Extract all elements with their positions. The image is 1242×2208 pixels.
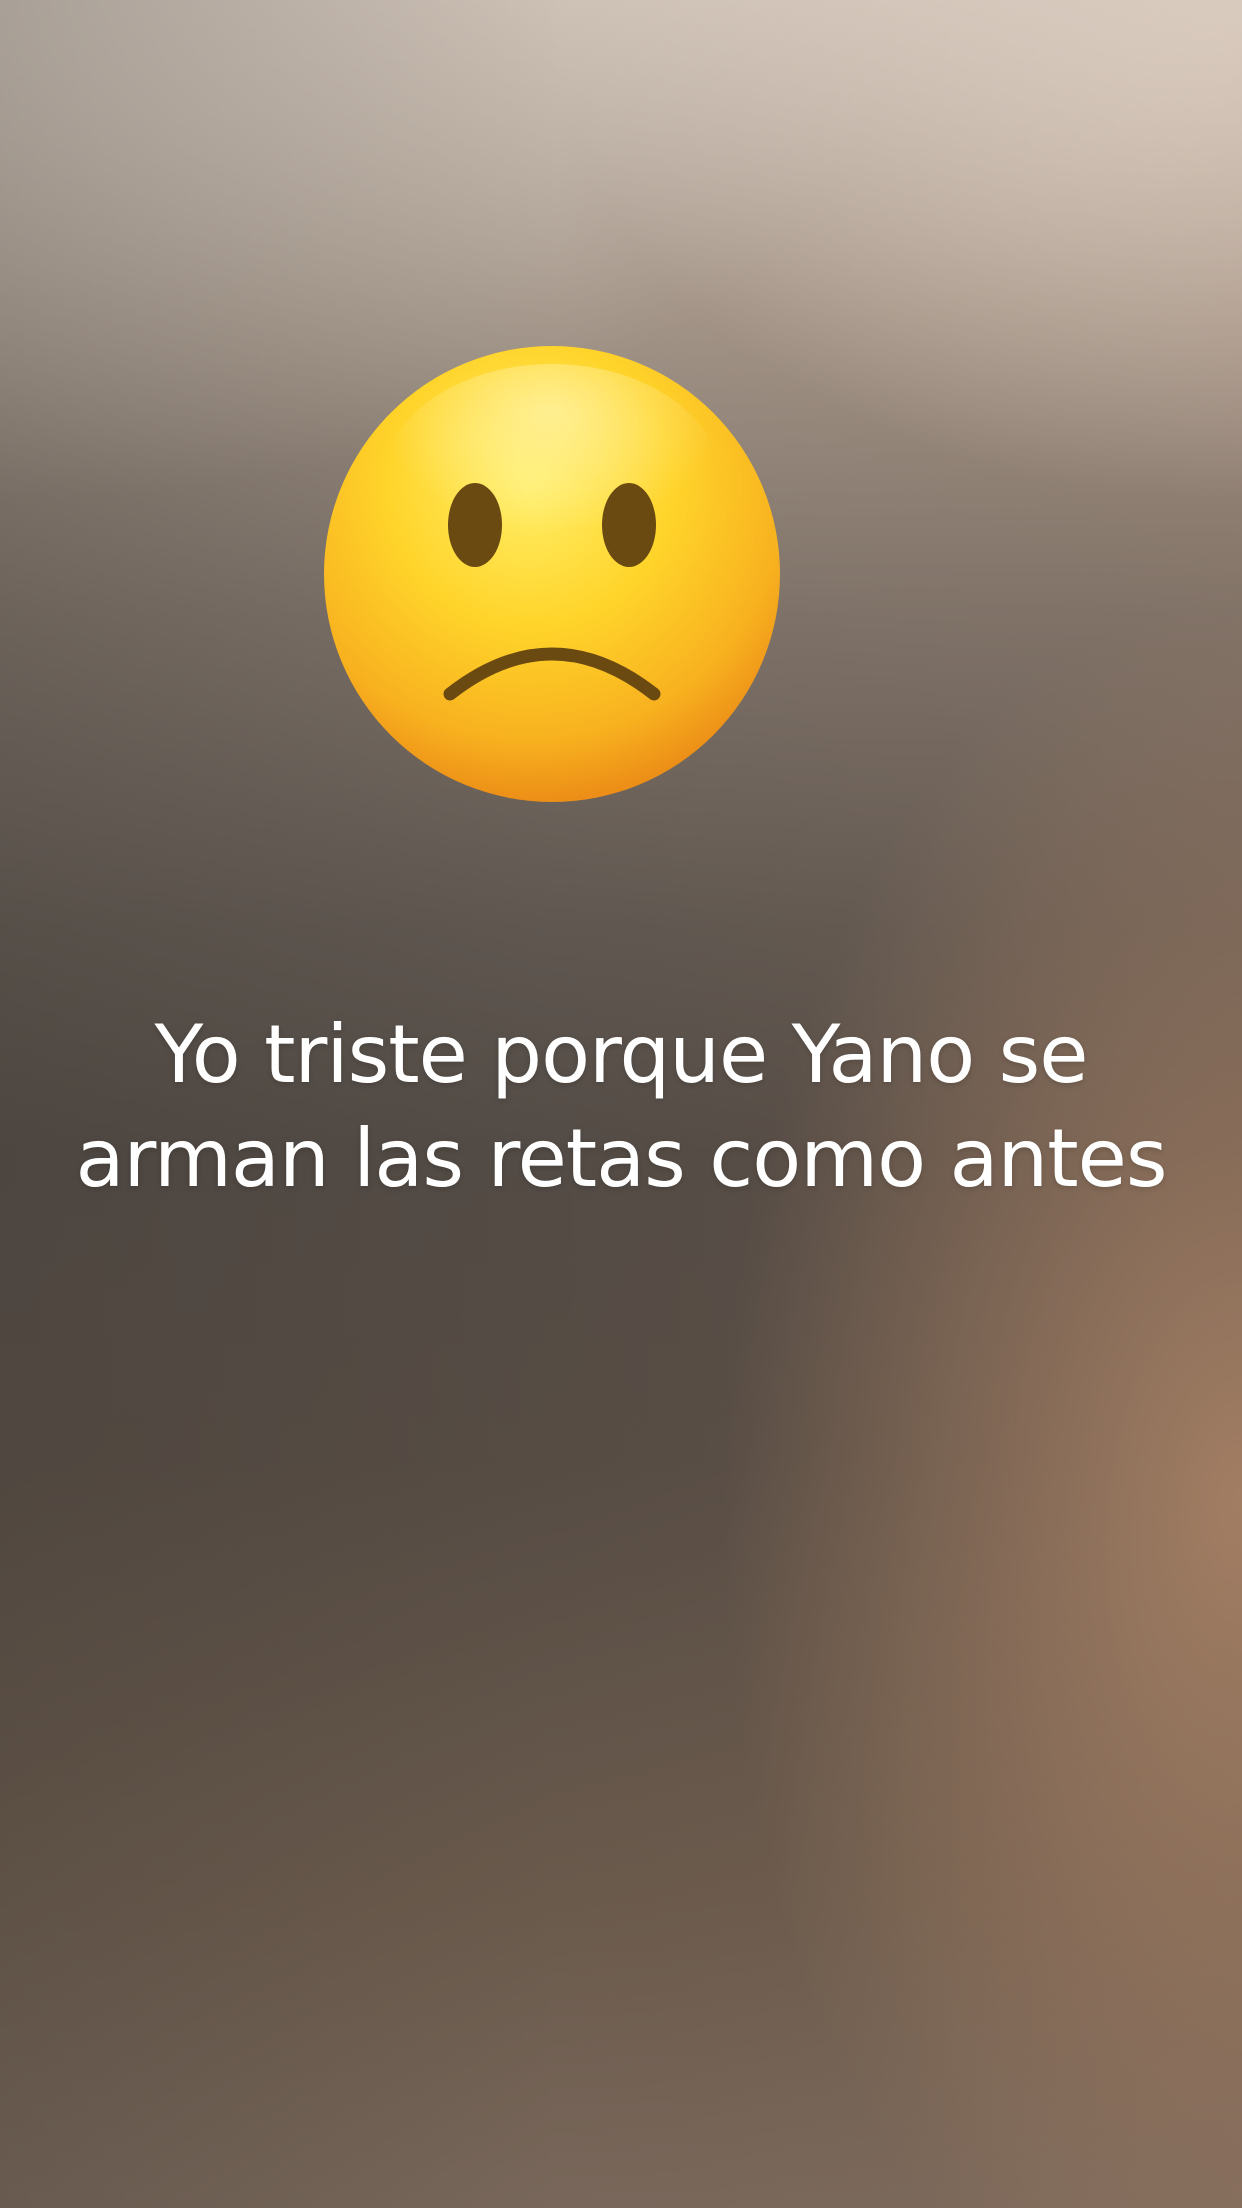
right-eye — [602, 483, 656, 567]
caption-text: Yo triste porque Yano se arman las retas… — [60, 1003, 1182, 1211]
caption-line-2: arman las retas como antes — [75, 1112, 1167, 1205]
caption-line-1: Yo triste porque Yano se — [154, 1008, 1089, 1101]
slightly-frowning-face-icon — [322, 344, 782, 804]
left-eye — [448, 483, 502, 567]
